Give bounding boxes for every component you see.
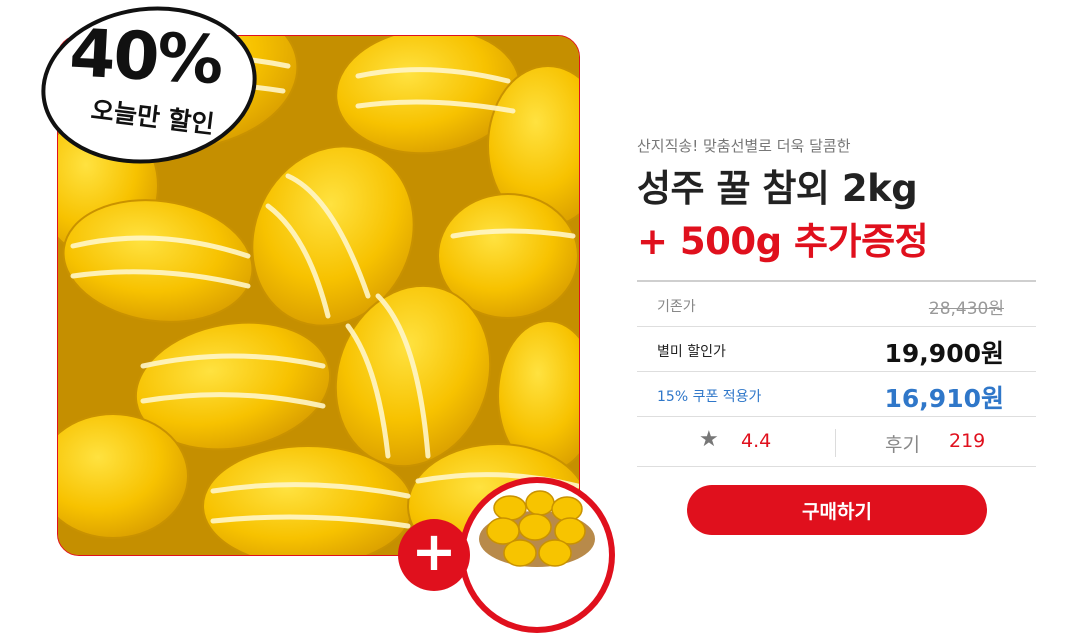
rating-value: 4.4 (741, 430, 772, 452)
review-count[interactable]: 219 (949, 430, 985, 452)
star-icon: ★ (699, 427, 719, 452)
coupon-price-label: 15% 쿠폰 적용가 (657, 389, 762, 405)
bonus-label: 500g 덤 (506, 595, 568, 614)
coupon-price-value: 16,910원 (884, 384, 1004, 413)
discount-badge: 40% 오늘만 할인 (29, 0, 269, 179)
sale-price-row: 별미 할인가 19,900원 (637, 327, 1036, 372)
original-price-value: 28,430원 (928, 299, 1004, 319)
original-price-label: 기존가 (657, 299, 696, 315)
rating-divider (835, 429, 836, 457)
sale-price-label: 별미 할인가 (657, 344, 726, 360)
plus-icon: + (398, 519, 470, 591)
sale-price-value: 19,900원 (884, 339, 1004, 368)
review-label[interactable]: 후기 (885, 430, 920, 457)
product-promo-title: + 500g 추가증정 (637, 220, 929, 263)
product-subtitle: 산지직송! 맞춤선별로 더욱 달콤한 (637, 137, 851, 155)
original-price-row: 기존가 28,430원 (637, 282, 1036, 327)
product-title: 성주 꿀 참외 2kg (637, 167, 918, 210)
buy-button[interactable]: 구매하기 (687, 485, 987, 535)
coupon-price-row: 15% 쿠폰 적용가 16,910원 (637, 372, 1036, 417)
bonus-badge: 500g 덤 (459, 477, 615, 633)
price-table: 기존가 28,430원 별미 할인가 19,900원 15% 쿠폰 적용가 16… (637, 280, 1036, 467)
rating-row: ★ 4.4 후기 219 (637, 417, 1036, 467)
